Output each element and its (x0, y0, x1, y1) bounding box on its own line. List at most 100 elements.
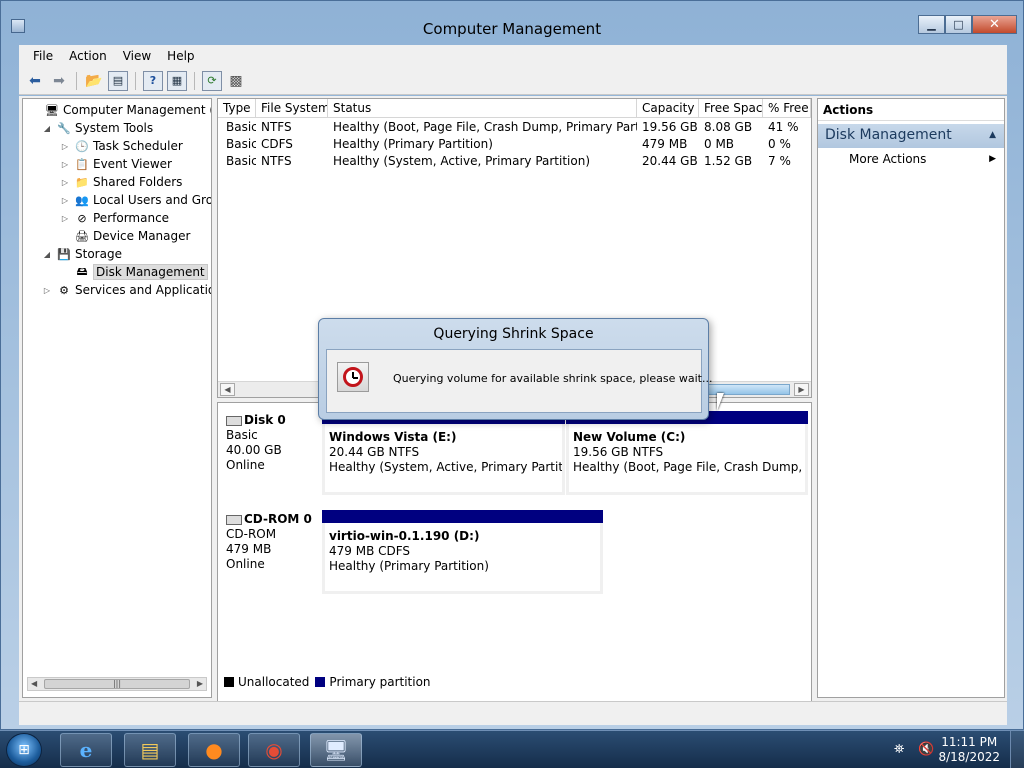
volume-muted-icon[interactable]: 🔇 (918, 742, 934, 757)
tree-item-shared-folders[interactable]: ▷ 📁 Shared Folders (59, 173, 182, 191)
column-header[interactable]: Capacity (637, 99, 699, 118)
tree-item-computer-management-local[interactable]: 🖥 Computer Management (Local (29, 101, 211, 119)
disk-0-label[interactable]: Disk 0 Basic 40.00 GB Online (226, 413, 286, 473)
menu-help[interactable]: Help (159, 49, 202, 63)
expand-arrow-icon[interactable]: ▷ (59, 196, 71, 205)
tree-item-disk-management[interactable]: 🖴 Disk Management (59, 263, 208, 281)
table-cell: Healthy (System, Active, Primary Partiti… (333, 154, 591, 168)
menu-action[interactable]: Action (61, 49, 115, 63)
expand-arrow-icon[interactable]: ◢ (41, 124, 53, 133)
scroll-left-icon[interactable]: ◀ (31, 678, 37, 690)
toolbar-separator (76, 71, 77, 90)
menu-file[interactable]: File (25, 49, 61, 63)
partition-name: Windows Vista (E:) (329, 430, 457, 444)
firefox-icon[interactable]: ● (188, 733, 240, 767)
scroll-right-icon[interactable]: ▶ (197, 678, 203, 690)
legend-primary-partition: Primary partition (315, 675, 431, 689)
up-folder-icon[interactable]: 📂 (84, 71, 104, 91)
expand-arrow-icon[interactable]: ◢ (41, 250, 53, 259)
disk-size: 40.00 GB (226, 443, 282, 457)
services-icon: ⚙ (59, 283, 69, 297)
column-header[interactable]: File System (256, 99, 328, 118)
show-hide-tree-icon[interactable]: ▤ (108, 70, 128, 91)
show-desktop-button[interactable] (1010, 731, 1024, 768)
partition-virtio-win[interactable]: virtio-win-0.1.190 (D:) 479 MB CDFS Heal… (322, 510, 603, 594)
table-cell: NTFS (261, 120, 292, 134)
dialog-title: Querying Shrink Space (433, 326, 594, 342)
export-list-icon[interactable]: ▩ (226, 71, 246, 91)
expand-arrow-icon[interactable]: ▷ (59, 160, 71, 169)
table-cell: Basic (226, 137, 256, 151)
network-icon[interactable]: ⛯ (894, 742, 904, 757)
tree-item-local-users-and-groups[interactable]: ▷ 👥 Local Users and Groups (59, 191, 212, 209)
tree-item-label: Local Users and Groups (93, 193, 212, 207)
hard-disk-icon (226, 415, 242, 426)
tree-item-label: Shared Folders (93, 175, 183, 189)
tree-item-label: Services and Applications (75, 283, 211, 297)
clock-icon (343, 367, 363, 387)
actions-pane: Actions Disk Management ▲ More Actions ▶ (817, 98, 1005, 698)
users-icon: 👥 (75, 193, 89, 207)
column-header[interactable]: Type (218, 99, 256, 118)
table-row[interactable]: Basic NTFS Healthy (Boot, Page File, Crash… (218, 119, 811, 136)
actions-group-label: Disk Management (825, 127, 952, 143)
tree-item-storage[interactable]: ◢ 💾 Storage (41, 245, 122, 263)
scroll-left-icon[interactable]: ◀ (220, 383, 235, 396)
properties-icon[interactable]: ▦ (167, 70, 187, 91)
expand-arrow-icon[interactable]: ▷ (59, 214, 71, 223)
unallocated-swatch (224, 677, 234, 687)
table-cell: 0 MB (704, 137, 735, 151)
control-panel-icon[interactable]: ◉ (248, 733, 300, 767)
scroll-right-icon[interactable]: ▶ (794, 383, 809, 396)
partition-size: 20.44 GB NTFS (329, 445, 420, 459)
shared-folder-icon: 📁 (75, 175, 89, 189)
tree-item-system-tools[interactable]: ◢ 🔧 System Tools (41, 119, 153, 137)
column-header[interactable]: Free Space (699, 99, 763, 118)
status-bar (19, 701, 1007, 725)
computer-management-icon[interactable]: 🖥 (310, 733, 362, 767)
actions-group-disk-management[interactable]: Disk Management ▲ (818, 124, 1004, 148)
start-button[interactable]: ⊞ (6, 733, 42, 767)
tray-clock[interactable]: 11:11 PM 8/18/2022 (938, 735, 1000, 765)
collapse-up-icon[interactable]: ▲ (989, 124, 996, 147)
table-cell: Healthy (Boot, Page File, Crash Dump, Pr… (333, 120, 637, 134)
maximize-button[interactable]: □ (945, 15, 972, 34)
tree-item-device-manager[interactable]: 🖨 Device Manager (59, 227, 190, 245)
column-header[interactable]: % Free (763, 99, 811, 118)
querying-shrink-space-dialog: Querying Shrink Space Querying volume fo… (318, 318, 712, 420)
partition-new-volume[interactable]: New Volume (C:) 19.56 GB NTFS Healthy (B… (566, 411, 808, 495)
partition-status: Healthy (System, Active, Primary Partiti… (329, 460, 562, 474)
tree-item-services-and-applications[interactable]: ▷ ⚙ Services and Applications (41, 281, 211, 299)
tree-item-performance[interactable]: ▷ ⊘ Performance (59, 209, 169, 227)
tree-item-task-scheduler[interactable]: ▷ 🕒 Task Scheduler (59, 137, 183, 155)
table-cell: 1.52 GB (704, 154, 753, 168)
help-icon[interactable]: ? (143, 70, 163, 91)
expand-arrow-icon[interactable]: ▷ (59, 142, 71, 151)
column-header[interactable]: Status (328, 99, 637, 118)
scroll-thumb[interactable]: ||| (44, 679, 190, 689)
title-bar[interactable]: Computer Management ▁ □ ✕ (1, 1, 1023, 45)
table-row[interactable]: Basic NTFS Healthy (System, Active, Primar… (218, 153, 811, 170)
table-row[interactable]: Basic CDFS Healthy (Primary Partition) 479 … (218, 136, 811, 153)
actions-item-more-actions[interactable]: More Actions ▶ (818, 149, 1004, 169)
partition-windows-vista[interactable]: Windows Vista (E:) 20.44 GB NTFS Healthy… (322, 411, 565, 495)
refresh-icon[interactable]: ⟳ (202, 70, 222, 91)
expand-arrow-icon[interactable]: ▷ (41, 286, 53, 295)
menu-view[interactable]: View (115, 49, 159, 63)
storage-icon: 💾 (57, 247, 71, 261)
minimize-button[interactable]: ▁ (918, 15, 945, 34)
tree-horizontal-scrollbar[interactable]: ◀ ||| ▶ (27, 677, 207, 691)
partition-size: 19.56 GB NTFS (573, 445, 664, 459)
cdrom-0-label[interactable]: CD-ROM 0 CD-ROM 479 MB Online (226, 512, 312, 572)
actions-header: Actions (818, 99, 1004, 121)
performance-icon: ⊘ (77, 211, 87, 225)
back-arrow-icon[interactable]: ⬅ (25, 71, 45, 91)
expand-arrow-icon[interactable]: ▷ (59, 178, 71, 187)
cdrom-drive-icon (226, 514, 242, 525)
file-explorer-icon[interactable]: ▤ (124, 733, 176, 767)
tree-item-label: System Tools (75, 121, 154, 135)
close-button[interactable]: ✕ (972, 15, 1017, 34)
forward-arrow-icon[interactable]: ➡ (49, 71, 69, 91)
internet-explorer-icon[interactable]: e (60, 733, 112, 767)
tree-item-event-viewer[interactable]: ▷ 📋 Event Viewer (59, 155, 172, 173)
